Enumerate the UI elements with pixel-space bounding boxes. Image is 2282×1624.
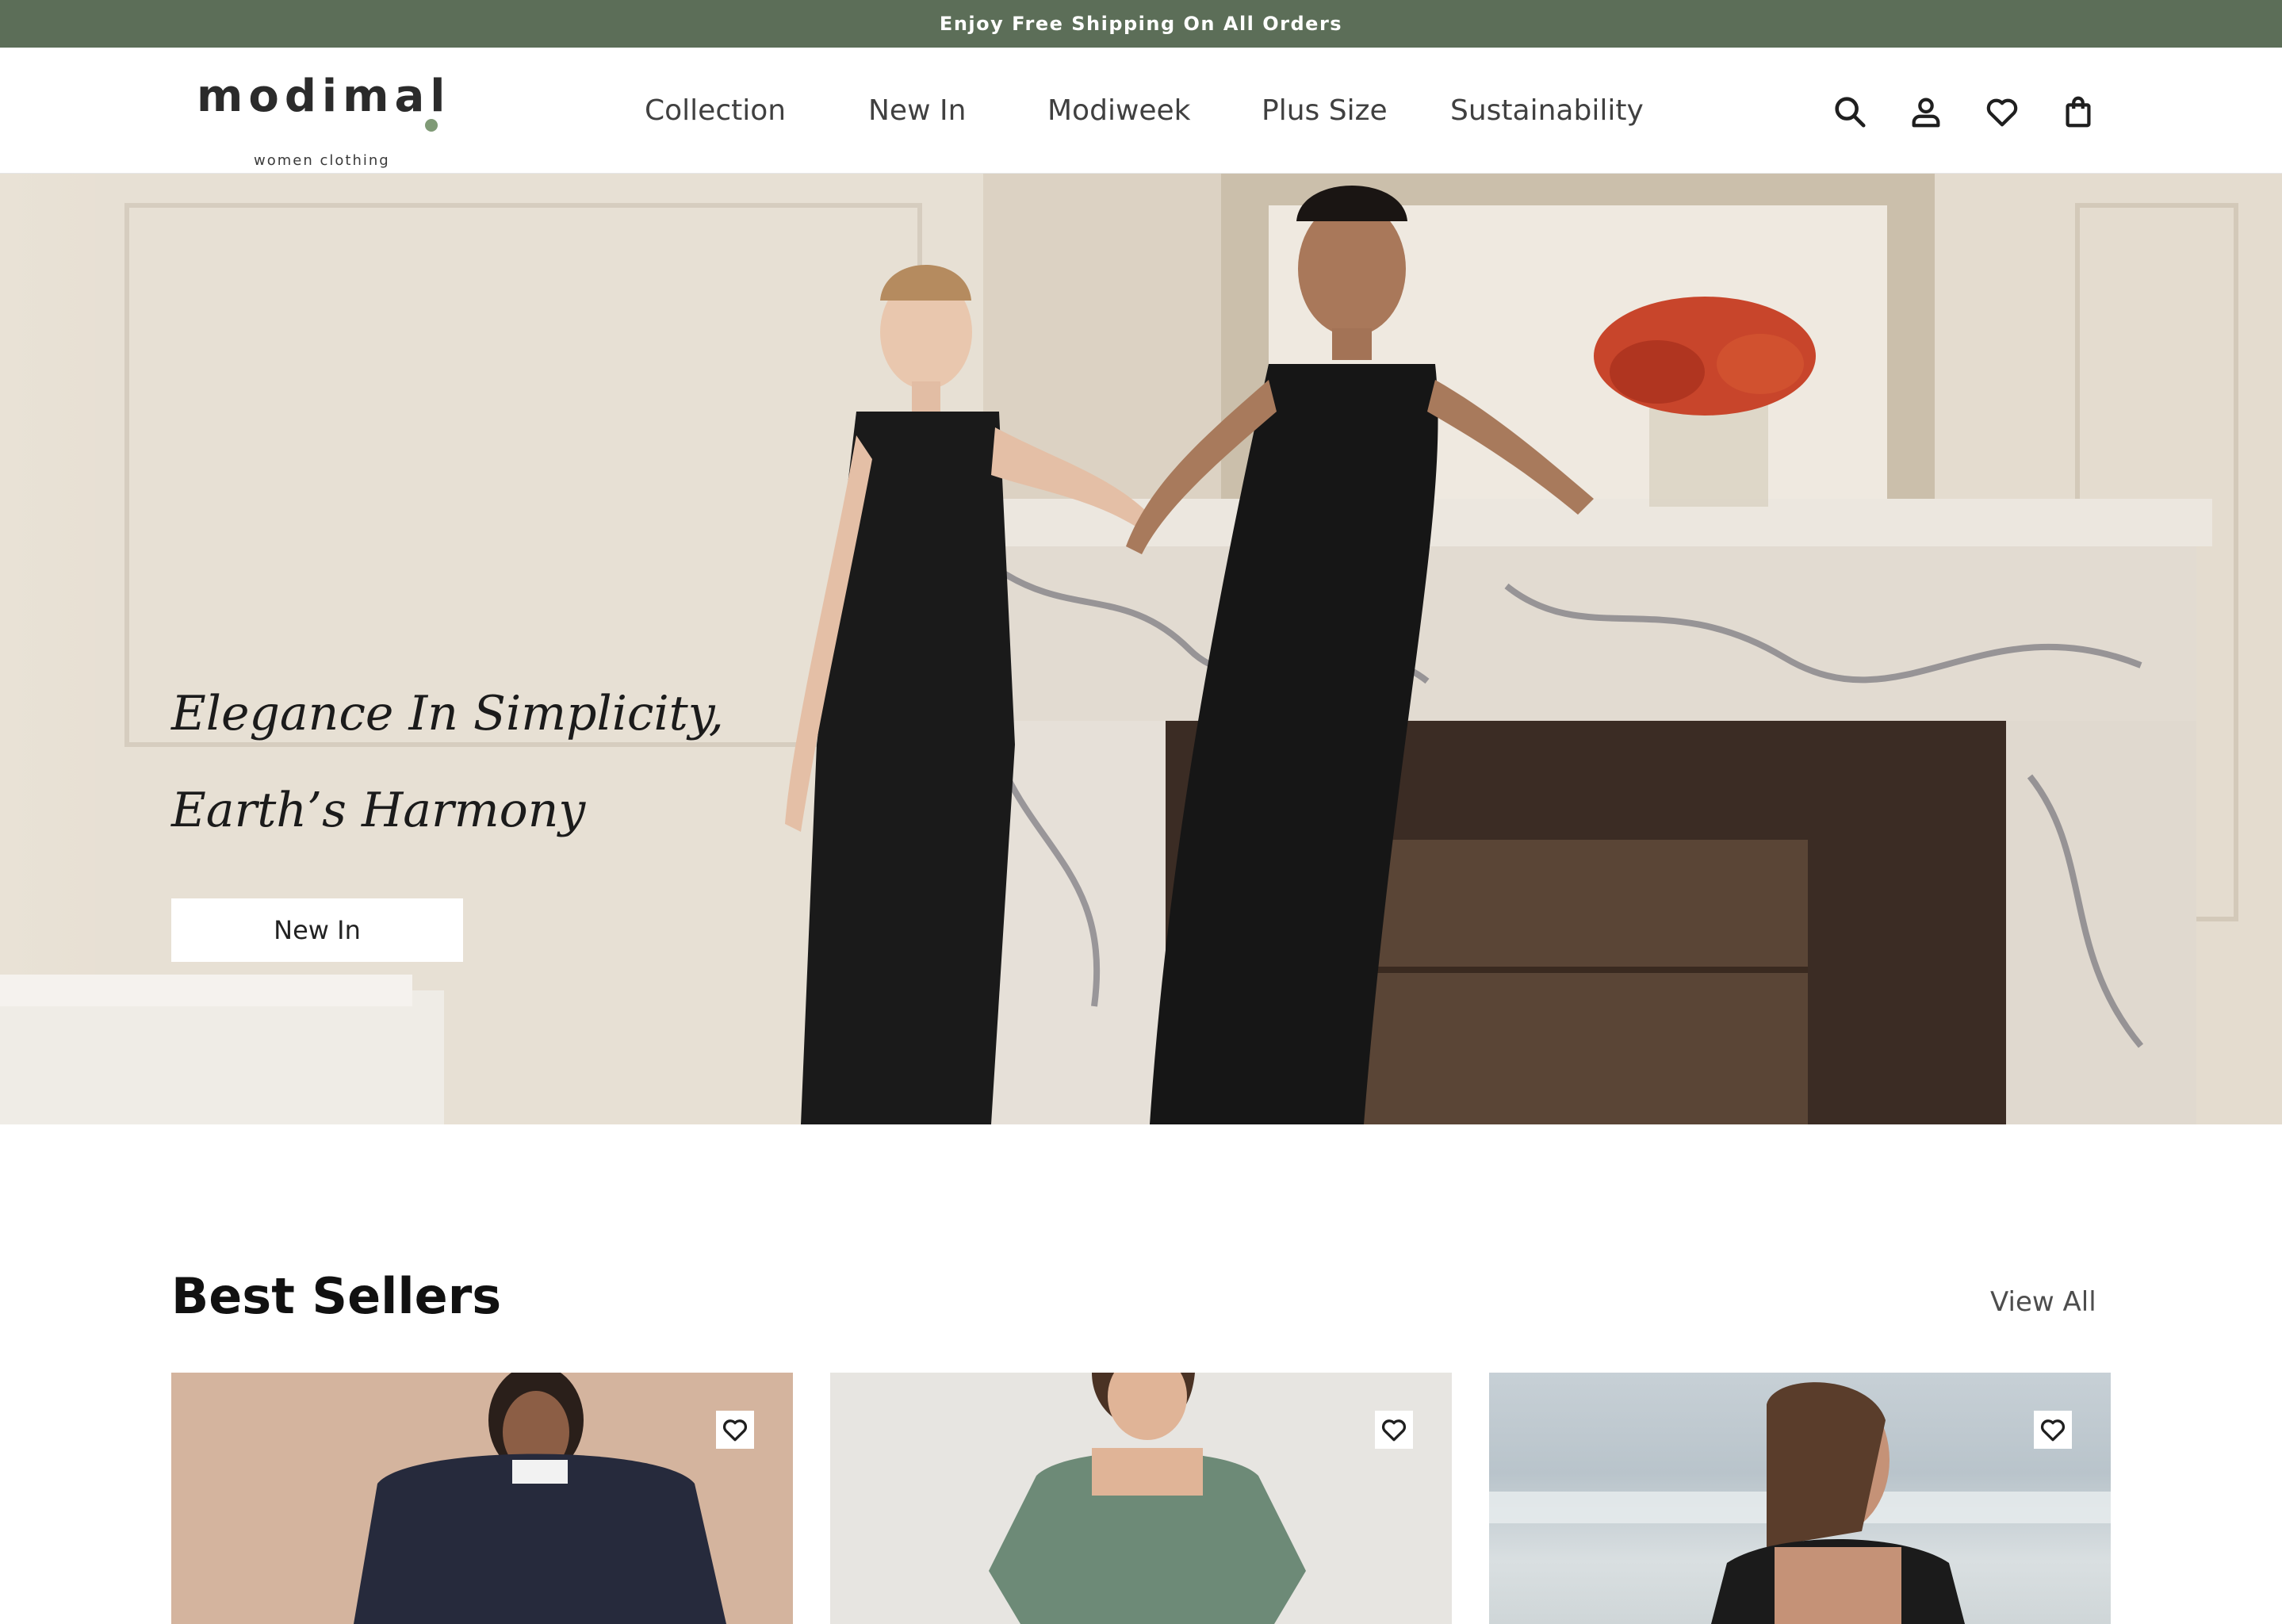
hero-headline: Elegance In Simplicity, Earth’s Harmony (171, 665, 885, 859)
announcement-bar: Enjoy Free Shipping On All Orders (0, 0, 2282, 48)
hero-headline-line-1: Elegance In Simplicity, (171, 686, 724, 741)
account-button[interactable] (1903, 89, 1949, 135)
search-icon (1835, 97, 1866, 128)
product-card[interactable] (171, 1373, 793, 1624)
hero-image (0, 174, 2282, 1124)
nav-item-modiweek[interactable]: Modiweek (1047, 94, 1191, 128)
announcement-text: Enjoy Free Shipping On All Orders (939, 13, 1343, 35)
best-sellers-title: Best Sellers (171, 1267, 502, 1325)
nav-item-new-in[interactable]: New In (868, 94, 966, 128)
product-card[interactable] (830, 1373, 1452, 1624)
product-card[interactable] (1489, 1373, 2111, 1624)
product-image (354, 1373, 726, 1624)
site-header: modimal women clothing Collection New In… (0, 48, 2282, 174)
wishlist-toggle[interactable] (2034, 1411, 2072, 1449)
search-button[interactable] (1827, 89, 1873, 135)
hero-new-in-button[interactable]: New In (171, 898, 463, 962)
wishlist-toggle[interactable] (1375, 1411, 1413, 1449)
nav-item-plus-size[interactable]: Plus Size (1262, 94, 1388, 128)
wishlist-button[interactable] (1979, 89, 2025, 135)
nav-item-sustainability[interactable]: Sustainability (1450, 94, 1644, 128)
shopping-bag-icon (2066, 96, 2091, 128)
heart-icon (1381, 1419, 1407, 1442)
hero-banner: Elegance In Simplicity, Earth’s Harmony … (0, 174, 2282, 1124)
product-image (1489, 1382, 2111, 1624)
heart-icon (2040, 1419, 2066, 1442)
heart-icon (722, 1419, 748, 1442)
product-grid (171, 1373, 2111, 1624)
account-icon (1912, 98, 1940, 128)
hero-headline-line-2: Earth’s Harmony (171, 783, 586, 838)
nav-item-collection[interactable]: Collection (645, 94, 786, 128)
wishlist-heart-icon (1986, 98, 2018, 127)
wishlist-toggle[interactable] (716, 1411, 754, 1449)
cart-button[interactable] (2055, 89, 2101, 135)
product-image (989, 1373, 1306, 1624)
page: Enjoy Free Shipping On All Orders modima… (0, 0, 2282, 1624)
view-all-link[interactable]: View All (1990, 1286, 2096, 1318)
